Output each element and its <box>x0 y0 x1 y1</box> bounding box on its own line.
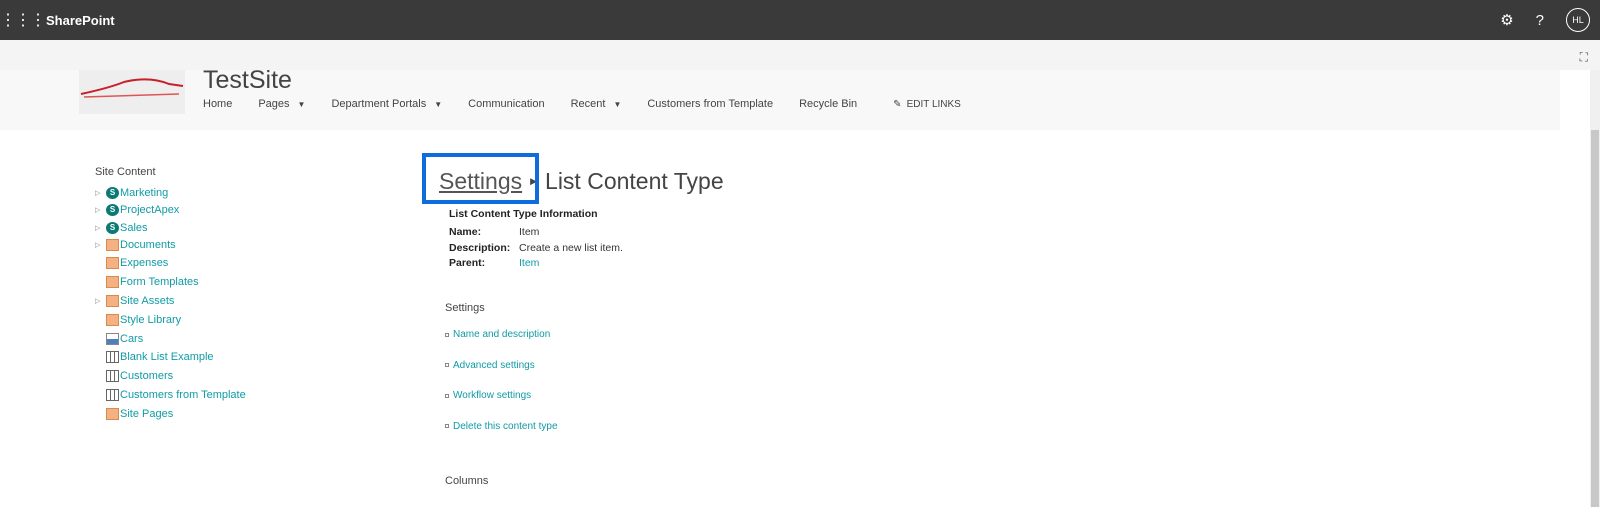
sidebar-item-label: Sales <box>120 221 148 234</box>
settings-link-label: Workflow settings <box>453 390 532 401</box>
bullet-icon <box>445 363 449 367</box>
sidebar-item[interactable]: Expenses <box>95 254 246 273</box>
nav-item[interactable]: Pages <box>258 98 289 110</box>
info-title: List Content Type Information <box>449 208 598 220</box>
sidebar-item-label: Customers <box>120 370 174 383</box>
site-icon: S <box>106 204 119 217</box>
sidebar-item[interactable]: ▷ S ProjectApex <box>95 202 246 220</box>
lib-icon <box>106 313 119 326</box>
site-icon: S <box>106 221 119 234</box>
help-icon[interactable]: ? <box>1536 12 1544 29</box>
parent-link[interactable]: Item <box>519 257 539 273</box>
parent-label: Parent: <box>449 257 486 269</box>
scroll-thumb[interactable] <box>1591 130 1599 507</box>
sidebar-item-label: Expenses <box>120 257 169 270</box>
expand-icon[interactable]: ▷ <box>95 189 106 197</box>
sidebar-item[interactable]: Site Pages <box>95 404 246 423</box>
site-content-header: Site Content <box>95 166 156 178</box>
nav-item[interactable]: Recycle Bin <box>799 98 857 110</box>
pencil-icon: ✎ <box>893 98 902 110</box>
sidebar-item[interactable]: Cars <box>95 329 246 348</box>
description-label: Description: <box>449 241 511 254</box>
sidebar-item-label: ProjectApex <box>120 204 180 217</box>
settings-link-label: Delete this content type <box>453 420 558 432</box>
name-value: Item <box>519 226 540 238</box>
nav-item[interactable]: Home <box>203 98 232 110</box>
dropdown-caret-icon[interactable]: ▼ <box>434 100 442 109</box>
nav-item[interactable]: Department Portals <box>331 98 426 110</box>
expand-icon[interactable]: ▷ <box>95 224 106 232</box>
edit-links-button[interactable]: ✎ EDIT LINKS <box>893 99 961 110</box>
sidebar-item[interactable]: Form Templates <box>95 273 246 292</box>
sidebar-item[interactable]: Customers <box>95 367 246 386</box>
settings-link-label: Advanced settings <box>453 359 535 371</box>
settings-link[interactable]: Advanced settings <box>445 360 535 371</box>
site-logo[interactable] <box>79 70 185 114</box>
bullet-icon <box>445 393 449 398</box>
sidebar-item-label: Customers from Template <box>120 388 246 401</box>
avatar[interactable]: HL <box>1566 8 1590 32</box>
settings-link-label: Name and description <box>453 329 551 340</box>
settings-link[interactable]: Workflow settings <box>445 390 531 401</box>
list-icon <box>106 370 119 383</box>
highlight-box <box>422 153 539 204</box>
columns-header: Columns <box>445 475 489 487</box>
list-icon <box>106 351 119 364</box>
settings-header: Settings <box>445 302 485 314</box>
expand-icon[interactable]: ▷ <box>95 241 106 249</box>
bullet-icon <box>445 424 449 428</box>
lib-icon <box>106 407 119 420</box>
scrollbar[interactable] <box>1590 70 1600 507</box>
site-icon: S <box>106 186 119 199</box>
nav-item[interactable]: Communication <box>468 98 544 110</box>
name-label: Name: <box>449 226 482 238</box>
sidebar-item[interactable]: Style Library <box>95 310 246 329</box>
description-value: Create a new list item. <box>519 241 623 254</box>
settings-link[interactable]: Delete this content type <box>445 421 558 432</box>
pic-icon <box>106 332 119 345</box>
focus-mode-icon[interactable]: ⛶ <box>1580 50 1588 65</box>
sidebar-item-label: Site Assets <box>120 294 175 307</box>
dropdown-caret-icon[interactable]: ▼ <box>298 100 306 109</box>
dropdown-caret-icon[interactable]: ▼ <box>613 100 621 109</box>
lib-icon <box>106 239 119 252</box>
app-launcher-icon[interactable]: ⋮⋮⋮ <box>0 10 46 30</box>
lib-icon <box>106 294 119 307</box>
sidebar-item-label: Style Library <box>120 313 182 326</box>
settings-link[interactable]: Name and description <box>445 329 550 340</box>
suite-bar: ⋮⋮⋮ SharePoint ⚙ ? HL <box>0 0 1600 40</box>
nav-item[interactable]: Recent <box>571 98 606 110</box>
sidebar-item[interactable]: Customers from Template <box>95 386 246 405</box>
expand-icon[interactable]: ▷ <box>95 297 106 305</box>
nav-item[interactable]: Customers from Template <box>647 98 773 110</box>
site-title[interactable]: TestSite <box>203 66 292 95</box>
lib-icon <box>106 276 119 289</box>
edit-links-label: EDIT LINKS <box>906 98 961 110</box>
content-type-info: List Content Type Information Name: Item … <box>449 208 623 273</box>
sidebar-item-label: Cars <box>120 332 144 345</box>
expand-icon[interactable]: ▷ <box>95 206 106 214</box>
list-icon <box>106 388 119 401</box>
sidebar-item[interactable]: Blank List Example <box>95 348 246 367</box>
gear-icon[interactable]: ⚙ <box>1500 11 1513 29</box>
sidebar-item[interactable]: ▷ S Marketing <box>95 184 246 202</box>
brand[interactable]: SharePoint <box>46 13 115 28</box>
sidebar-item-label: Form Templates <box>120 276 199 289</box>
bullet-icon <box>445 332 449 337</box>
sidebar-item-label: Documents <box>120 239 176 252</box>
lib-icon <box>106 257 119 270</box>
sidebar-item[interactable]: ▷ S Sales <box>95 219 246 237</box>
sidebar-item-label: Site Pages <box>120 407 174 420</box>
sidebar-item[interactable]: ▷ Site Assets <box>95 292 246 311</box>
sidebar-item-label: Marketing <box>120 186 169 199</box>
top-nav: Home Pages ▼ Department Portals ▼ Communicati… <box>203 98 961 110</box>
sidebar-item-label: Blank List Example <box>120 351 214 364</box>
quick-launch: Site Content ▷ S Marketing ▷ S ProjectApex ▷ S S… <box>95 166 246 423</box>
sidebar-item[interactable]: ▷ Documents <box>95 237 246 255</box>
page-title: List Content Type <box>545 168 724 194</box>
